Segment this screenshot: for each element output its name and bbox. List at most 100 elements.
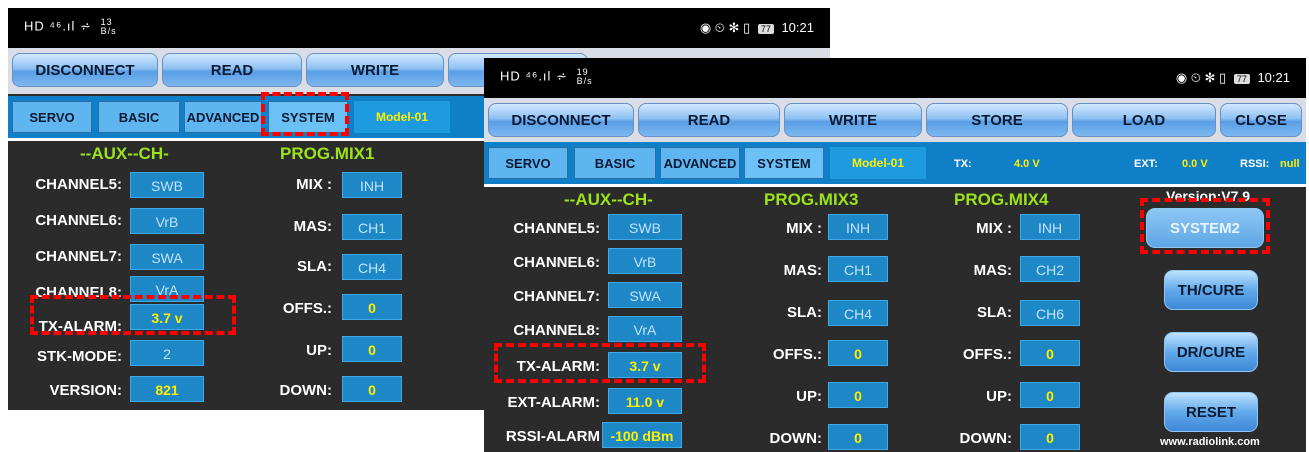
- aux-ch-header: --AUX--CH-: [564, 190, 653, 209]
- network-icons: HD ⁴⁶.ıl ⩫: [24, 18, 92, 34]
- mix3-sla-label: SLA:: [787, 304, 822, 321]
- channel7-label: CHANNEL7:: [513, 288, 600, 305]
- ext-voltage-value: 0.0 V: [1182, 158, 1208, 170]
- mix3-down-value[interactable]: 0: [828, 424, 888, 450]
- load-button[interactable]: LOAD: [1072, 103, 1216, 137]
- channel6-value[interactable]: VrB: [130, 208, 204, 234]
- status-icons: ◉ ⏲ ✻ ▯: [699, 20, 751, 35]
- tab-servo[interactable]: SERVO: [12, 101, 92, 133]
- tab-servo[interactable]: SERVO: [488, 147, 568, 179]
- mix3-offs-label: OFFS.:: [772, 346, 822, 363]
- channel6-label: CHANNEL6:: [35, 212, 122, 229]
- network-speed-unit: B/s: [100, 26, 117, 36]
- battery-icon: 77: [1233, 74, 1250, 84]
- mix4-sla-value[interactable]: CH6: [1020, 300, 1080, 326]
- rssi-alarm-label: RSSI-ALARM: [505, 428, 600, 445]
- mix1-sla-value[interactable]: CH4: [342, 254, 402, 280]
- system-tab-highlight: [261, 92, 349, 136]
- read-button[interactable]: READ: [638, 103, 780, 137]
- read-button[interactable]: READ: [162, 53, 302, 87]
- mix1-up-label: UP:: [306, 342, 332, 359]
- network-icons: HD ⁴⁶.ıl ⩫: [500, 68, 568, 84]
- tx-voltage-label: TX:: [954, 158, 972, 170]
- divider: [484, 184, 1306, 187]
- channel5-label: CHANNEL5:: [35, 176, 122, 193]
- mix1-down-label: DOWN:: [279, 382, 333, 399]
- dr-cure-button[interactable]: DR/CURE: [1164, 332, 1258, 372]
- model-name: Model-01: [354, 101, 450, 133]
- mix4-mix-value[interactable]: INH: [1020, 214, 1080, 240]
- tx-alarm-highlight: [494, 343, 706, 383]
- stk-mode-value[interactable]: 2: [130, 340, 204, 366]
- mix1-mas-label: MAS:: [293, 218, 332, 235]
- mix1-mix-value[interactable]: INH: [342, 172, 402, 198]
- store-button[interactable]: STORE: [926, 103, 1068, 137]
- mix1-offs-label: OFFS.:: [282, 300, 332, 317]
- ext-alarm-value[interactable]: 11.0 v: [608, 388, 682, 414]
- mix4-down-value[interactable]: 0: [1020, 424, 1080, 450]
- mix4-mas-value[interactable]: CH2: [1020, 256, 1080, 282]
- status-icons: ◉ ⏲ ✻ ▯: [1175, 70, 1227, 85]
- tx-voltage-value: 4.0 V: [1014, 158, 1040, 170]
- channel5-value[interactable]: SWB: [130, 172, 204, 198]
- rssi-alarm-value[interactable]: -100 dBm: [602, 422, 682, 448]
- mix3-mas-label: MAS:: [783, 262, 822, 279]
- aux-ch-header: --AUX--CH-: [80, 144, 169, 163]
- website-label: www.radiolink.com: [1160, 436, 1260, 448]
- tab-advanced[interactable]: ADVANCED: [184, 101, 262, 133]
- channel5-label: CHANNEL5:: [513, 220, 600, 237]
- mix3-up-label: UP:: [796, 388, 822, 405]
- mix4-up-label: UP:: [986, 388, 1012, 405]
- th-cure-button[interactable]: TH/CURE: [1164, 270, 1258, 310]
- reset-button[interactable]: RESET: [1164, 392, 1258, 432]
- battery-icon: 77: [757, 24, 774, 34]
- disconnect-button[interactable]: DISCONNECT: [12, 53, 158, 87]
- channel8-value[interactable]: VrA: [608, 316, 682, 342]
- rssi-value: null: [1280, 158, 1300, 170]
- write-button[interactable]: WRITE: [784, 103, 922, 137]
- write-button[interactable]: WRITE: [306, 53, 444, 87]
- mix3-mix-value[interactable]: INH: [828, 214, 888, 240]
- channel7-value[interactable]: SWA: [608, 282, 682, 308]
- prog-mix3-header: PROG.MIX3: [764, 190, 859, 209]
- rssi-label: RSSI:: [1240, 158, 1270, 170]
- version-value: 821: [130, 376, 204, 402]
- close-button[interactable]: CLOSE: [1220, 103, 1302, 137]
- version-label: VERSION:: [49, 382, 122, 399]
- prog-mix1-header: PROG.MIX1: [280, 144, 375, 163]
- tab-bar: SERVO BASIC ADVANCED SYSTEM Model-01 TX:…: [484, 142, 1306, 184]
- mix3-sla-value[interactable]: CH4: [828, 300, 888, 326]
- status-bar: HD ⁴⁶.ıl ⩫ 13 B/s ◉ ⏲ ✻ ▯ 77 10:21: [8, 8, 830, 48]
- mix1-mix-label: MIX :: [296, 176, 332, 193]
- status-bar: HD ⁴⁶.ıl ⩫ 19 B/s ◉ ⏲ ✻ ▯ 77 10:21: [484, 58, 1306, 98]
- mix1-down-value[interactable]: 0: [342, 376, 402, 402]
- network-speed-unit: B/s: [576, 76, 593, 86]
- clock: 10:21: [781, 20, 814, 35]
- mix1-up-value[interactable]: 0: [342, 336, 402, 362]
- ext-voltage-label: EXT:: [1134, 158, 1158, 170]
- channel6-label: CHANNEL6:: [513, 254, 600, 271]
- mix1-offs-value[interactable]: 0: [342, 294, 402, 320]
- mix1-sla-label: SLA:: [297, 258, 332, 275]
- mix3-mix-label: MIX :: [786, 220, 822, 237]
- channel6-value[interactable]: VrB: [608, 248, 682, 274]
- clock: 10:21: [1257, 70, 1290, 85]
- tab-basic[interactable]: BASIC: [98, 101, 180, 133]
- toolbar: DISCONNECT READ WRITE STORE LOAD CLOSE: [484, 98, 1306, 142]
- tab-basic[interactable]: BASIC: [574, 147, 656, 179]
- mix4-offs-label: OFFS.:: [962, 346, 1012, 363]
- tab-advanced[interactable]: ADVANCED: [660, 147, 740, 179]
- mix3-up-value[interactable]: 0: [828, 382, 888, 408]
- mix3-mas-value[interactable]: CH1: [828, 256, 888, 282]
- mix4-offs-value[interactable]: 0: [1020, 340, 1080, 366]
- tab-system[interactable]: SYSTEM: [744, 147, 824, 179]
- system2-highlight: [1140, 198, 1270, 254]
- mix4-up-value[interactable]: 0: [1020, 382, 1080, 408]
- channel5-value[interactable]: SWB: [608, 214, 682, 240]
- disconnect-button[interactable]: DISCONNECT: [488, 103, 634, 137]
- mix1-mas-value[interactable]: CH1: [342, 214, 402, 240]
- mix4-sla-label: SLA:: [977, 304, 1012, 321]
- channel7-value[interactable]: SWA: [130, 244, 204, 270]
- mix3-offs-value[interactable]: 0: [828, 340, 888, 366]
- mix3-down-label: DOWN:: [769, 430, 823, 447]
